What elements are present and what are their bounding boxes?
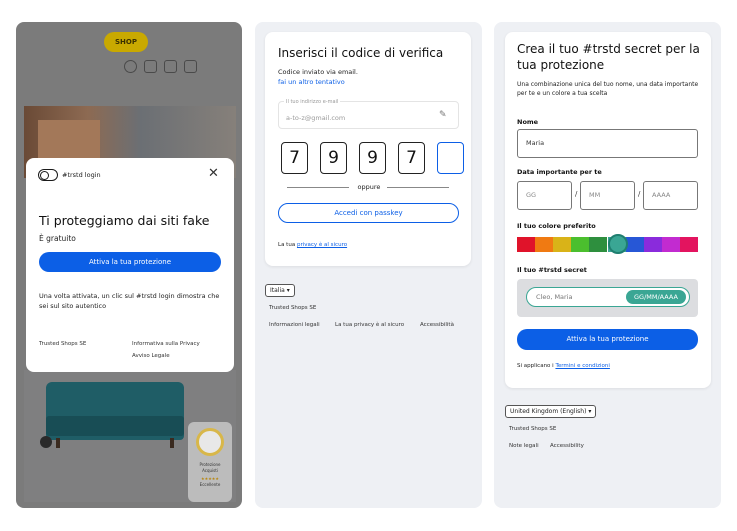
verification-title: Inserisci il codice di verifica (278, 46, 444, 60)
footer-company: Trusted Shops SE (39, 341, 87, 347)
terms-note: Si applicano i Termini e condizioni (517, 363, 610, 369)
sofa-image (46, 382, 184, 440)
modal-brand: #trstd login (62, 171, 101, 179)
trstd-login-modal: #trstd login ✕ Ti proteggiamo dai siti f… (26, 158, 234, 372)
footer-company: Trusted Shops SE (509, 426, 557, 432)
carousel-dot[interactable] (40, 436, 52, 448)
rating-stars-icon: ★★★★★ (201, 476, 219, 481)
code-digit-input-active[interactable] (437, 142, 464, 174)
terms-link[interactable]: Termini e condizioni (555, 363, 609, 369)
search-icon[interactable] (124, 60, 137, 73)
color-swatch[interactable] (661, 237, 680, 252)
color-swatch[interactable] (535, 237, 554, 252)
date-label: Data importante per te (517, 168, 602, 176)
legal-notice-link[interactable]: Avviso Legale (132, 353, 170, 359)
language-select[interactable]: United Kingdom (English) ▾ (505, 405, 597, 418)
trustbadge-text: Acquisti (202, 468, 218, 473)
code-digit-input[interactable]: 9 (320, 142, 347, 174)
accessibility-link[interactable]: Accessibilità (420, 322, 454, 328)
shop-header-icons (124, 60, 197, 73)
color-swatch[interactable] (643, 237, 662, 252)
date-separator: / (575, 190, 578, 198)
trustbadge-text: Protezione (199, 462, 221, 467)
selected-color-swatch[interactable] (608, 234, 628, 254)
modal-title: Ti proteggiamo dai siti fake (39, 213, 210, 228)
modal-description: Una volta attivata, un clic sul #trstd l… (39, 292, 220, 310)
terms-prefix: Si applicano i (517, 363, 556, 369)
color-swatch[interactable] (679, 237, 698, 252)
passkey-button[interactable]: Accedi con passkey (278, 203, 459, 223)
color-swatch[interactable] (625, 237, 644, 252)
trustbadge-text: Eccellente (199, 482, 221, 487)
secret-intro: Una combinazione unica del tuo nome, una… (517, 81, 699, 97)
email-field-value: a-to-z@gmail.com (286, 114, 346, 122)
close-icon[interactable]: ✕ (208, 167, 219, 180)
name-input[interactable]: Maria (517, 129, 698, 158)
email-field-label: Il tuo indirizzo e-mail (284, 99, 341, 105)
privacy-footer-link[interactable]: La tua privacy è al sicuro (335, 322, 404, 328)
trustbadge-seal-icon (196, 428, 224, 456)
code-digit-input[interactable]: 7 (281, 142, 308, 174)
secret-preview-label: Il tuo #trstd secret (517, 266, 587, 274)
verification-card: Inserisci il codice di verifica Codice i… (265, 32, 471, 266)
divider-line (287, 187, 349, 188)
secret-title: Crea il tuo #trstd secret per la tua pro… (517, 42, 700, 72)
date-separator: / (638, 190, 641, 198)
modal-subtitle: È gratuito (39, 234, 76, 243)
trustbadge[interactable]: Protezione Acquisti ★★★★★ Eccellente (188, 422, 232, 502)
or-separator: oppure (357, 183, 381, 191)
privacy-link[interactable]: Informativa sulla Privacy (132, 341, 200, 347)
color-swatch[interactable] (553, 237, 572, 252)
secret-card: Crea il tuo #trstd secret per la tua pro… (505, 32, 711, 388)
retry-link[interactable]: fai un altro tentativo (278, 78, 345, 86)
user-icon[interactable] (144, 60, 157, 73)
activate-protection-button[interactable]: Attiva la tua protezione (39, 252, 221, 272)
code-digit-input[interactable]: 9 (359, 142, 386, 174)
privacy-note: La tua privacy è al sicuro (278, 242, 347, 248)
name-label: Nome (517, 118, 539, 126)
legal-info-link[interactable]: Informazioni legali (269, 322, 320, 328)
color-swatch[interactable] (571, 237, 590, 252)
color-swatch[interactable] (517, 237, 535, 252)
sofa-leg (170, 438, 174, 448)
color-label: Il tuo colore preferito (517, 222, 596, 230)
activate-protection-button[interactable]: Attiva la tua protezione (517, 329, 698, 350)
shop-logo: SHOP (104, 32, 148, 52)
accessibility-link[interactable]: Accessibility (550, 443, 584, 449)
sofa-leg (56, 438, 60, 448)
privacy-link[interactable]: privacy è al sicuro (297, 242, 347, 248)
trstd-logo-icon (38, 169, 58, 181)
legal-notes-link[interactable]: Note legali (509, 443, 539, 449)
code-sent-note: Codice inviato via email. (278, 68, 358, 76)
secret-preview-date: GG/MM/AAAA (626, 290, 686, 304)
secret-preview-name: Cleo, Maria (536, 293, 573, 301)
month-input[interactable]: MM (580, 181, 635, 210)
language-select[interactable]: Italia ▾ (265, 284, 295, 297)
code-digit-input[interactable]: 7 (398, 142, 425, 174)
edit-pencil-icon[interactable]: ✎ (439, 110, 447, 120)
heart-icon[interactable] (164, 60, 177, 73)
color-swatch[interactable] (589, 237, 608, 252)
cart-icon[interactable] (184, 60, 197, 73)
year-input[interactable]: AAAA (643, 181, 698, 210)
day-input[interactable]: GG (517, 181, 572, 210)
footer-company: Trusted Shops SE (269, 305, 317, 311)
divider-line (387, 187, 449, 188)
privacy-prefix: La tua (278, 242, 297, 248)
